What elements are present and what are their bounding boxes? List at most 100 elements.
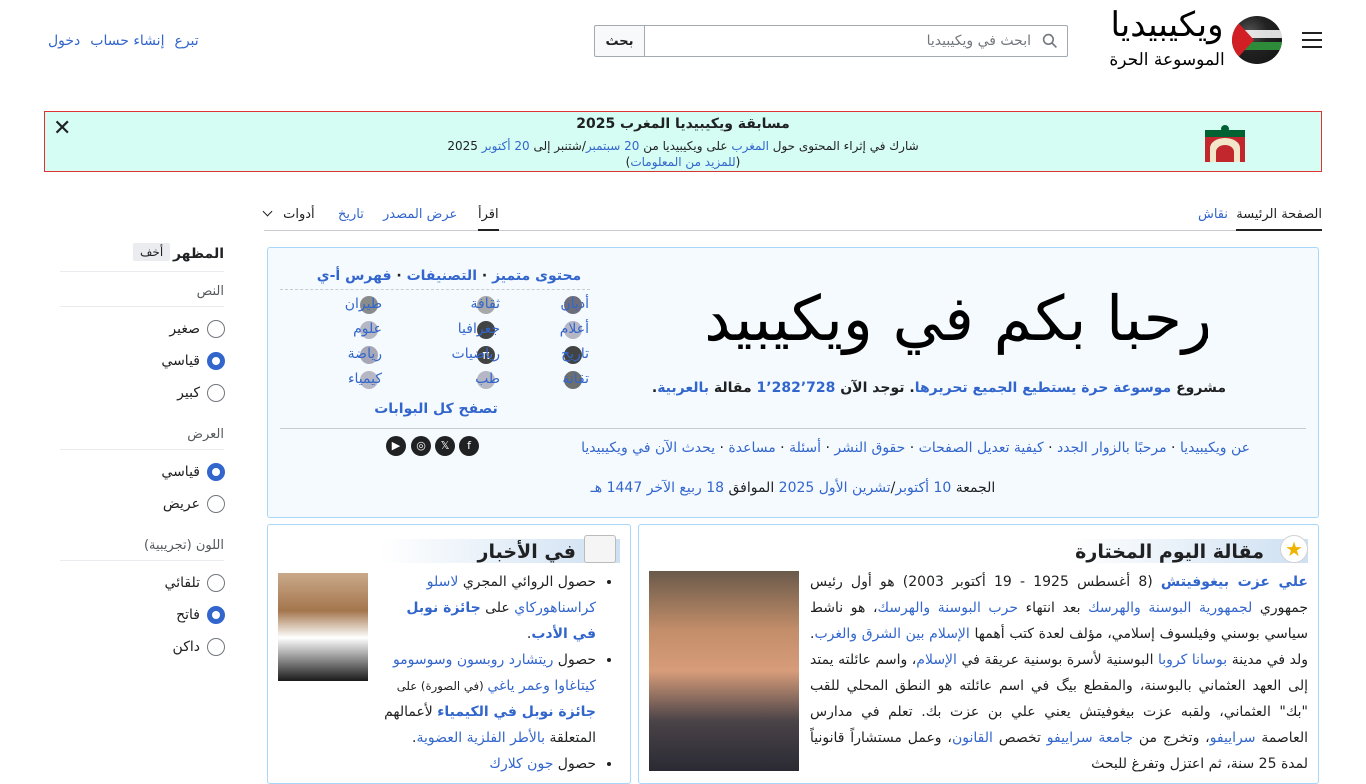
portal-geography[interactable]: جغرافيا	[458, 321, 500, 337]
yaghi-link[interactable]: وعمر ياغي	[487, 678, 550, 694]
featured-name-link[interactable]: علي عزت بيغوفيتش	[1161, 574, 1308, 590]
portal-biographies[interactable]: أعلام	[560, 321, 589, 337]
banner-title: مسابقة ويكيبيديا المغرب 2025	[576, 116, 790, 132]
copyright-link[interactable]: حقوق النشر	[834, 440, 905, 456]
login-link[interactable]: دخول	[48, 33, 80, 49]
featured-title: مقالة اليوم المختارة	[1075, 541, 1264, 563]
article-count-link[interactable]: 1٬282٬728	[757, 380, 836, 396]
gregorian-day-link[interactable]: 10 أكتوبر	[895, 480, 951, 496]
hijri-date-link[interactable]: 18 ربيع الآخر 1447 هـ	[591, 480, 724, 496]
radio-button[interactable]	[207, 606, 225, 624]
color-light-option[interactable]: فاتح	[60, 605, 225, 625]
radio-button[interactable]	[207, 574, 225, 592]
facebook-icon[interactable]: f	[459, 436, 479, 456]
width-wide-option[interactable]: عريض	[60, 494, 225, 514]
hide-button[interactable]: أخف	[133, 243, 171, 261]
text-standard-option[interactable]: قياسي	[60, 351, 225, 371]
banner-text: شارك في إثراء المحتوى حول المغرب على ويك…	[447, 139, 919, 153]
categories-link[interactable]: التصنيفات	[407, 268, 477, 284]
portal-medicine[interactable]: طب	[475, 371, 500, 387]
portal-history[interactable]: تاريخ	[561, 346, 589, 362]
portal-aviation[interactable]: طيران	[345, 296, 382, 312]
book-link[interactable]: الإسلام بين الشرق والغرب	[814, 626, 969, 642]
appearance-title: المظهر	[172, 246, 224, 262]
help-link[interactable]: مساعدة	[728, 440, 775, 456]
text-small-option[interactable]: صغير	[60, 319, 225, 339]
youtube-icon[interactable]: ▶	[386, 436, 406, 456]
tools-dropdown[interactable]: أدوات	[262, 206, 315, 231]
text-large-option[interactable]: كبير	[60, 383, 225, 403]
robson-link[interactable]: ريتشارد روبسون	[457, 652, 554, 668]
mof-link[interactable]: بالأطر الفلزية العضوية	[416, 730, 545, 746]
radio-button[interactable]	[207, 352, 225, 370]
news-items: حصول الروائي المجري لاسلو كراسناهوركاي ع…	[380, 569, 616, 777]
color-label: اللون (تجريبية)	[143, 538, 224, 553]
featured-content-link[interactable]: محتوى متميز	[492, 268, 581, 284]
law-link[interactable]: القانون	[952, 730, 993, 746]
news-item: حصول الروائي المجري لاسلو كراسناهوركاي ع…	[380, 569, 596, 647]
portal-technology[interactable]: تقانة	[562, 371, 589, 387]
about-link[interactable]: عن ويكيبيديا	[1180, 440, 1250, 456]
width-standard-option[interactable]: قياسي	[60, 462, 225, 482]
portal-culture[interactable]: ثقافة	[471, 296, 500, 312]
search-input[interactable]	[644, 25, 1068, 57]
radio-button[interactable]	[207, 463, 225, 481]
sarajevo-link[interactable]: سراييفو	[1210, 730, 1256, 746]
tab-view-source[interactable]: عرض المصدر	[383, 207, 457, 231]
sarajevo-university-link[interactable]: جامعة سراييفو	[1047, 730, 1133, 746]
tools-label: أدوات	[283, 207, 315, 222]
portal-chemistry[interactable]: كيمياء	[348, 371, 382, 387]
faq-link[interactable]: أسئلة	[789, 440, 821, 456]
index-link[interactable]: فهرس أ-ي	[317, 268, 392, 284]
x-twitter-icon[interactable]: 𝕏	[435, 436, 455, 456]
radio-button[interactable]	[207, 638, 225, 656]
width-label: العرض	[187, 427, 224, 442]
tab-history[interactable]: تاريخ	[338, 207, 364, 231]
morocco-link[interactable]: المغرب	[731, 139, 769, 153]
bosnia-republic-link[interactable]: لجمهورية البوسنة والهرسك	[1088, 600, 1252, 616]
radio-button[interactable]	[207, 384, 225, 402]
john-clarke-link[interactable]: جون كلارك	[489, 756, 553, 772]
free-encyclopedia-link[interactable]: موسوعة حرة يستطيع الجميع تحريرها	[915, 380, 1172, 396]
more-info-link[interactable]: للمزيد من المعلومات	[630, 155, 735, 169]
news-item: حصول جون كلارك	[380, 751, 596, 777]
newcomers-link[interactable]: مرحبًا بالزوار الجدد	[1057, 440, 1167, 456]
wikipedia-globe-logo[interactable]	[1232, 16, 1282, 64]
portal-mathematics[interactable]: رياضيات	[452, 346, 500, 362]
how-to-edit-link[interactable]: كيفية تعديل الصفحات	[919, 440, 1044, 456]
radio-button[interactable]	[207, 320, 225, 338]
in-the-news-box: في الأخبار حصول الروائي المجري لاسلو كرا…	[267, 524, 631, 784]
banner-more: (للمزيد من المعلومات)	[625, 155, 741, 169]
color-auto-option[interactable]: تلقائي	[60, 573, 225, 593]
portal-religions[interactable]: أديان	[560, 296, 589, 312]
radio-button[interactable]	[207, 495, 225, 513]
search-button[interactable]: بحث	[594, 25, 644, 57]
color-dark-option[interactable]: داكن	[60, 637, 225, 657]
donate-link[interactable]: تبرع	[174, 33, 198, 49]
current-events-link[interactable]: يحدث الآن في ويكيبيديا	[581, 440, 715, 456]
gregorian-month-link[interactable]: تشرين الأول 2025	[779, 480, 891, 496]
featured-portrait-image[interactable]	[649, 571, 799, 771]
tab-talk[interactable]: نقاش	[1198, 207, 1228, 231]
start-date-link[interactable]: 20 سبتمبر	[586, 139, 640, 153]
instagram-icon[interactable]: ◎	[411, 436, 431, 456]
welcome-box: مرحبا بكم في ويكيبيديا مشروع موسوعة حرة …	[267, 247, 1319, 518]
wikipedia-wordmark[interactable]: ويكيبيديا	[1108, 6, 1226, 44]
portal-sports[interactable]: رياضة	[348, 346, 382, 362]
nobel-chemistry-link[interactable]: جائزة نوبل في الكيمياء	[437, 704, 596, 720]
all-portals-link[interactable]: تصفح كل البوابات	[336, 401, 536, 417]
bosnian-war-link[interactable]: حرب البوسنة والهرسك	[878, 600, 1018, 616]
islam-link[interactable]: الإسلام	[916, 652, 957, 668]
tab-read[interactable]: اقرأ	[478, 207, 499, 231]
search-icon	[1042, 33, 1057, 48]
bosanska-krupa-link[interactable]: بوسانا كروبا	[1158, 652, 1227, 668]
main-menu-button[interactable]	[1302, 32, 1322, 50]
news-portrait-image[interactable]	[278, 573, 368, 681]
create-account-link[interactable]: إنشاء حساب	[90, 33, 164, 49]
end-date-link[interactable]: 20 أكتوبر	[482, 139, 530, 153]
wikipedia-tagline: الموسوعة الحرة	[1109, 50, 1225, 70]
arabic-link[interactable]: بالعربية	[657, 380, 709, 396]
tab-main-page[interactable]: الصفحة الرئيسة	[1236, 207, 1322, 231]
divider	[60, 449, 224, 450]
portal-science[interactable]: علوم	[353, 321, 382, 337]
